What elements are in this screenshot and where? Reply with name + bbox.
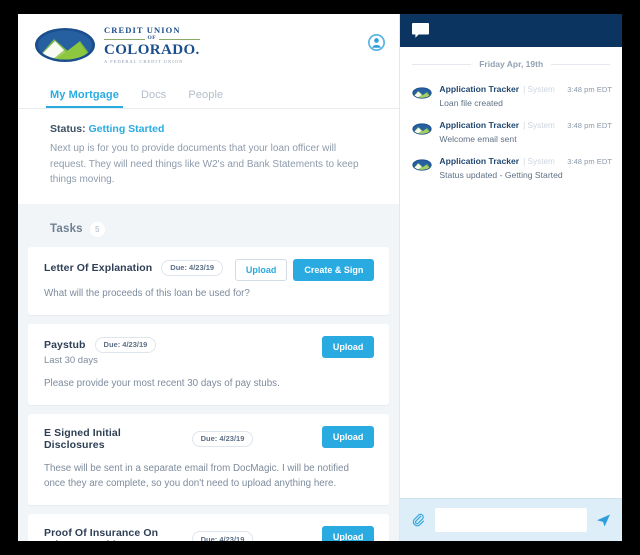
message-header: Application Tracker | System 3:48 pm EDT [439, 84, 612, 94]
task-name: Paystub [44, 338, 86, 351]
task-card: Letter Of Explanation Due: 4/23/19 What wi… [28, 246, 390, 315]
tasks-header: Tasks 5 [18, 204, 399, 247]
chat-input-bar [400, 498, 622, 541]
task-description: These will be sent in a separate email f… [44, 462, 349, 490]
chat-message-list: Friday Apr, 19th Application Tracker | Sy… [400, 47, 622, 498]
message-author: Application Tracker [439, 120, 520, 131]
tasks-title: Tasks [50, 223, 83, 235]
logo-rule-left [104, 38, 145, 40]
cuoc-logo-avatar-icon [412, 159, 432, 171]
chat-bubble-icon[interactable] [412, 23, 430, 38]
task-due-badge: Due: 4/23/19 [191, 531, 254, 541]
status-value: Getting Started [88, 123, 165, 135]
chat-message-input[interactable] [435, 508, 587, 532]
message-author: Application Tracker [439, 84, 520, 94]
logo-mountain-oval-icon [35, 28, 95, 62]
logo-rule-right [159, 38, 200, 40]
upload-button[interactable]: Upload [321, 425, 375, 448]
message-text: Welcome email sent [439, 134, 517, 145]
main-tabs: My Mortgage Docs People [18, 76, 400, 109]
chat-message: Application Tracker | System 3:48 pm EDT Lo… [400, 73, 622, 109]
message-header: Application Tracker | System 3:48 pm EDT [439, 156, 612, 166]
task-card: Proof Of Insurance On Primary Residence D… [28, 514, 390, 541]
tab-my-mortgage[interactable]: My Mortgage [46, 89, 123, 108]
task-description: Please provide your most recent 30 days … [44, 377, 280, 389]
status-line: Status: Getting Started [50, 123, 367, 135]
tasks-area: Tasks 5 Letter Of Explanation Due: 4/23/1… [18, 203, 400, 541]
task-card: E Signed Initial Disclosures Due: 4/23/19… [28, 413, 390, 506]
cuoc-logo-avatar-icon [412, 123, 432, 135]
message-body: Application Tracker | System 3:48 pm EDT St… [439, 156, 612, 181]
logo-tagline: A FEDERAL CREDIT UNION [104, 58, 184, 64]
message-text: Status updated - Getting Started [439, 170, 563, 181]
chat-panel: Friday Apr, 19th Application Tracker | Sy… [399, 14, 622, 541]
cuoc-logo: CREDIT UNION OF COLORADO. A FEDERAL CRED… [34, 25, 200, 64]
application-window: CREDIT UNION OF COLORADO. A FEDERAL CRED… [18, 14, 622, 541]
message-header: Application Tracker | System 3:48 pm EDT [439, 120, 612, 130]
chat-date-text: Friday Apr, 19th [479, 59, 544, 69]
logo-of-text: OF [147, 35, 157, 42]
upload-button[interactable]: Upload [234, 258, 288, 281]
chat-message: Application Tracker | System 3:48 pm EDT St… [400, 145, 622, 181]
logo-credit-union-text: CREDIT UNION [104, 25, 181, 36]
message-timestamp: 3:48 pm EDT [567, 121, 612, 131]
logo-of-row: OF [104, 36, 200, 42]
status-label: Status: [50, 123, 86, 135]
message-timestamp: 3:48 pm EDT [567, 85, 612, 94]
task-name: Letter Of Explanation [44, 261, 153, 274]
cuoc-logo-avatar-icon [412, 87, 432, 99]
task-actions: Upload [321, 425, 375, 448]
task-card: Paystub Due: 4/23/19 Last 30 days Please pr… [28, 323, 390, 405]
task-list: Letter Of Explanation Due: 4/23/19 What wi… [18, 246, 399, 541]
brand-header: CREDIT UNION OF COLORADO. A FEDERAL CRED… [18, 14, 400, 76]
chat-date-separator: Friday Apr, 19th [400, 47, 622, 73]
tasks-count-badge: 5 [89, 221, 105, 237]
tab-docs[interactable]: Docs [141, 89, 166, 108]
paperclip-icon[interactable] [411, 512, 427, 528]
task-name: Proof Of Insurance On Primary Residence [44, 527, 159, 541]
message-avatar [412, 158, 432, 171]
message-timestamp: 3:48 pm EDT [567, 157, 612, 167]
upload-button[interactable]: Upload [321, 335, 375, 358]
task-due-badge: Due: 4/23/19 [94, 336, 157, 353]
mortgage-panel: CREDIT UNION OF COLORADO. A FEDERAL CRED… [18, 14, 400, 541]
date-sep-line-left [412, 63, 472, 65]
logo-wordmark: CREDIT UNION OF COLORADO. A FEDERAL CRED… [104, 25, 200, 64]
user-circle-icon[interactable] [368, 34, 386, 51]
task-actions: Upload [321, 526, 375, 541]
chat-message: Application Tracker | System 3:48 pm EDT We… [400, 109, 622, 145]
date-sep-line-right [551, 63, 610, 65]
task-name: E Signed Initial Disclosures [44, 426, 121, 451]
logo-colorado-text: COLORADO. [104, 42, 200, 59]
chat-messages-container: Application Tracker | System 3:48 pm EDT Lo… [400, 73, 622, 181]
upload-button[interactable]: Upload [321, 526, 375, 541]
message-body: Application Tracker | System 3:48 pm EDT Lo… [439, 84, 612, 109]
task-actions: Upload [321, 335, 375, 358]
status-description: Next up is for you to provide documents … [50, 143, 359, 185]
message-body: Application Tracker | System 3:48 pm EDT We… [439, 120, 612, 145]
create-and-sign-button[interactable]: Create & Sign [293, 258, 375, 281]
message-avatar [412, 86, 432, 99]
message-avatar [412, 122, 432, 135]
chat-header [400, 14, 622, 47]
tab-people[interactable]: People [188, 89, 223, 108]
message-role: | System [523, 157, 555, 167]
status-section: Status: Getting Started Next up is for y… [18, 109, 400, 204]
send-paper-plane-icon[interactable] [595, 512, 611, 528]
message-role: | System [523, 121, 555, 131]
task-actions: Upload Create & Sign [234, 258, 375, 281]
task-due-badge: Due: 4/23/19 [161, 259, 224, 276]
task-due-badge: Due: 4/23/19 [191, 430, 254, 447]
message-author: Application Tracker [439, 156, 520, 167]
message-text: Loan file created [439, 98, 503, 108]
message-role: | System [523, 85, 555, 94]
task-description: What will the proceeds of this loan be u… [44, 287, 250, 299]
